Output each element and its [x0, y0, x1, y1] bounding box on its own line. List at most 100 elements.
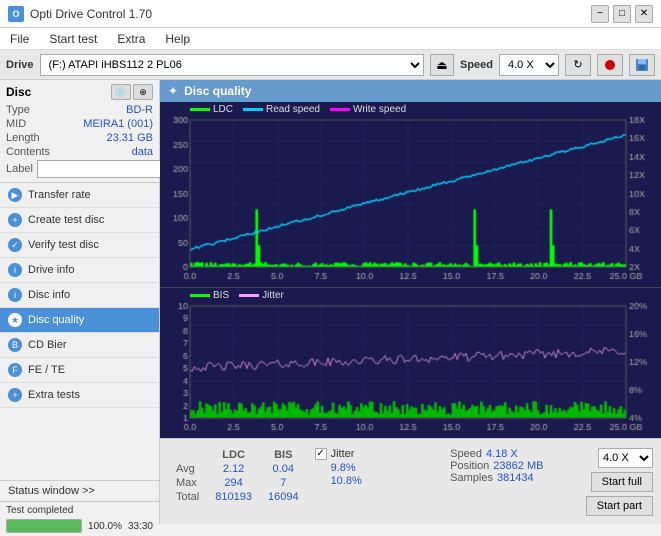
nav-transfer-rate[interactable]: ▶ Transfer rate: [0, 183, 159, 208]
start-part-button[interactable]: Start part: [586, 496, 653, 516]
progress-percent: 100.0%: [88, 521, 122, 532]
speed-info: Speed 4.18 X Position 23862 MB Samples 3…: [450, 448, 578, 484]
save-button[interactable]: [629, 54, 655, 76]
avg-label: Avg: [168, 462, 207, 476]
total-bis-val: 16094: [260, 490, 307, 504]
refresh-button[interactable]: ↻: [565, 54, 591, 76]
type-label: Type: [6, 104, 30, 116]
eject-button[interactable]: ⏏: [430, 54, 454, 76]
menu-file[interactable]: File: [6, 30, 33, 48]
nav-fe-te-label: FE / TE: [28, 364, 65, 376]
status-text: Test completed: [6, 505, 73, 516]
type-value: BD-R: [126, 104, 153, 116]
sidebar: Disc 💿 ⊕ Type BD-R MID MEIRA1 (001) Leng…: [0, 80, 160, 524]
menu-bar: File Start test Extra Help: [0, 28, 661, 50]
nav-verify-test-disc[interactable]: ✓ Verify test disc: [0, 233, 159, 258]
minimize-button[interactable]: −: [591, 5, 609, 23]
nav-items: ▶ Transfer rate + Create test disc ✓ Ver…: [0, 183, 159, 480]
jitter-avg-val: 9.8%: [331, 462, 362, 474]
nav-extra-tests[interactable]: + Extra tests: [0, 383, 159, 408]
bis-color: [190, 294, 210, 297]
jitter-max-val: 10.8%: [331, 475, 362, 487]
status-bar: Status window >> Test completed 100.0% 3…: [0, 480, 159, 524]
nav-drive-info[interactable]: i Drive info: [0, 258, 159, 283]
nav-create-label: Create test disc: [28, 214, 104, 226]
top-chart-legend: LDC Read speed Write speed: [190, 104, 406, 115]
menu-start-test[interactable]: Start test: [45, 30, 101, 48]
nav-verify-label: Verify test disc: [28, 239, 99, 251]
bottom-chart: BIS Jitter: [160, 288, 661, 438]
progress-bar-fill: [7, 520, 81, 532]
buttons-section: 4.0 X Start full Start part: [586, 448, 653, 516]
main-layout: Disc 💿 ⊕ Type BD-R MID MEIRA1 (001) Leng…: [0, 80, 661, 524]
stats-panel: LDC BIS Avg 2.12 0.04 Max: [160, 438, 661, 524]
legend-jitter: Jitter: [239, 290, 284, 301]
total-label: Total: [168, 490, 207, 504]
top-chart: LDC Read speed Write speed: [160, 102, 661, 288]
mid-label: MID: [6, 118, 26, 130]
avg-bis-val: 0.04: [260, 462, 307, 476]
nav-cd-bier[interactable]: B CD Bier: [0, 333, 159, 358]
label-input[interactable]: [37, 160, 175, 178]
nav-fe-te[interactable]: F FE / TE: [0, 358, 159, 383]
nav-create-test-disc[interactable]: + Create test disc: [0, 208, 159, 233]
max-ldc-val: 294: [207, 476, 260, 490]
extra-tests-icon: +: [8, 388, 22, 402]
contents-label: Contents: [6, 146, 50, 158]
progress-bar: [6, 519, 82, 533]
record-button[interactable]: [597, 54, 623, 76]
jitter-checkbox[interactable]: ✓: [315, 448, 327, 460]
nav-disc-info[interactable]: i Disc info: [0, 283, 159, 308]
menu-help[interactable]: Help: [161, 30, 194, 48]
bottom-chart-legend: BIS Jitter: [190, 290, 284, 301]
read-speed-color: [243, 108, 263, 111]
drive-bar: Drive (F:) ATAPI iHBS112 2 PL06 ⏏ Speed …: [0, 50, 661, 80]
total-ldc-val: 810193: [207, 490, 260, 504]
write-speed-color: [330, 108, 350, 111]
drive-label: Drive: [6, 59, 34, 71]
speed-label: Speed: [460, 59, 493, 71]
app-icon: O: [8, 6, 24, 22]
jitter-section: ✓ Jitter 9.8% 10.8%: [315, 448, 443, 500]
disc-quality-icon: ★: [8, 313, 22, 327]
fe-te-icon: F: [8, 363, 22, 377]
legend-read-speed-label: Read speed: [266, 104, 320, 115]
nav-extra-tests-label: Extra tests: [28, 389, 80, 401]
disc-icon-2[interactable]: ⊕: [133, 84, 153, 100]
maximize-button[interactable]: □: [613, 5, 631, 23]
time-text: 33:30: [128, 521, 153, 532]
mid-value: MEIRA1 (001): [83, 118, 153, 130]
position-key: Position: [450, 460, 489, 472]
length-label: Length: [6, 132, 40, 144]
speed-select[interactable]: 4.0 X: [499, 54, 559, 76]
speed-val: 4.18 X: [486, 448, 518, 460]
create-test-disc-icon: +: [8, 213, 22, 227]
start-full-button[interactable]: Start full: [591, 472, 653, 492]
disc-icon-1[interactable]: 💿: [111, 84, 131, 100]
legend-ldc-label: LDC: [213, 104, 233, 115]
close-button[interactable]: ✕: [635, 5, 653, 23]
legend-jitter-label: Jitter: [262, 290, 284, 301]
samples-key: Samples: [450, 472, 493, 484]
app-title: Opti Drive Control 1.70: [30, 7, 152, 21]
menu-extra[interactable]: Extra: [113, 30, 149, 48]
legend-write-speed-label: Write speed: [353, 104, 406, 115]
speed-key: Speed: [450, 448, 482, 460]
nav-disc-quality[interactable]: ★ Disc quality: [0, 308, 159, 333]
position-val: 23862 MB: [493, 460, 543, 472]
title-bar: O Opti Drive Control 1.70 − □ ✕: [0, 0, 661, 28]
bottom-chart-canvas: [160, 288, 661, 438]
top-chart-canvas: [160, 102, 661, 287]
chart-header: ✦ Disc quality: [160, 80, 661, 102]
col-bis-header: BIS: [260, 448, 307, 462]
legend-bis: BIS: [190, 290, 229, 301]
nav-disc-info-label: Disc info: [28, 289, 70, 301]
start-speed-select[interactable]: 4.0 X: [598, 448, 653, 468]
drive-select[interactable]: (F:) ATAPI iHBS112 2 PL06: [40, 54, 424, 76]
charts-wrapper: LDC Read speed Write speed: [160, 102, 661, 438]
legend-ldc: LDC: [190, 104, 233, 115]
nav-cd-bier-label: CD Bier: [28, 339, 67, 351]
status-window-button[interactable]: Status window >>: [0, 481, 159, 502]
disc-info-icon: i: [8, 288, 22, 302]
status-window-label: Status window >>: [8, 485, 95, 497]
